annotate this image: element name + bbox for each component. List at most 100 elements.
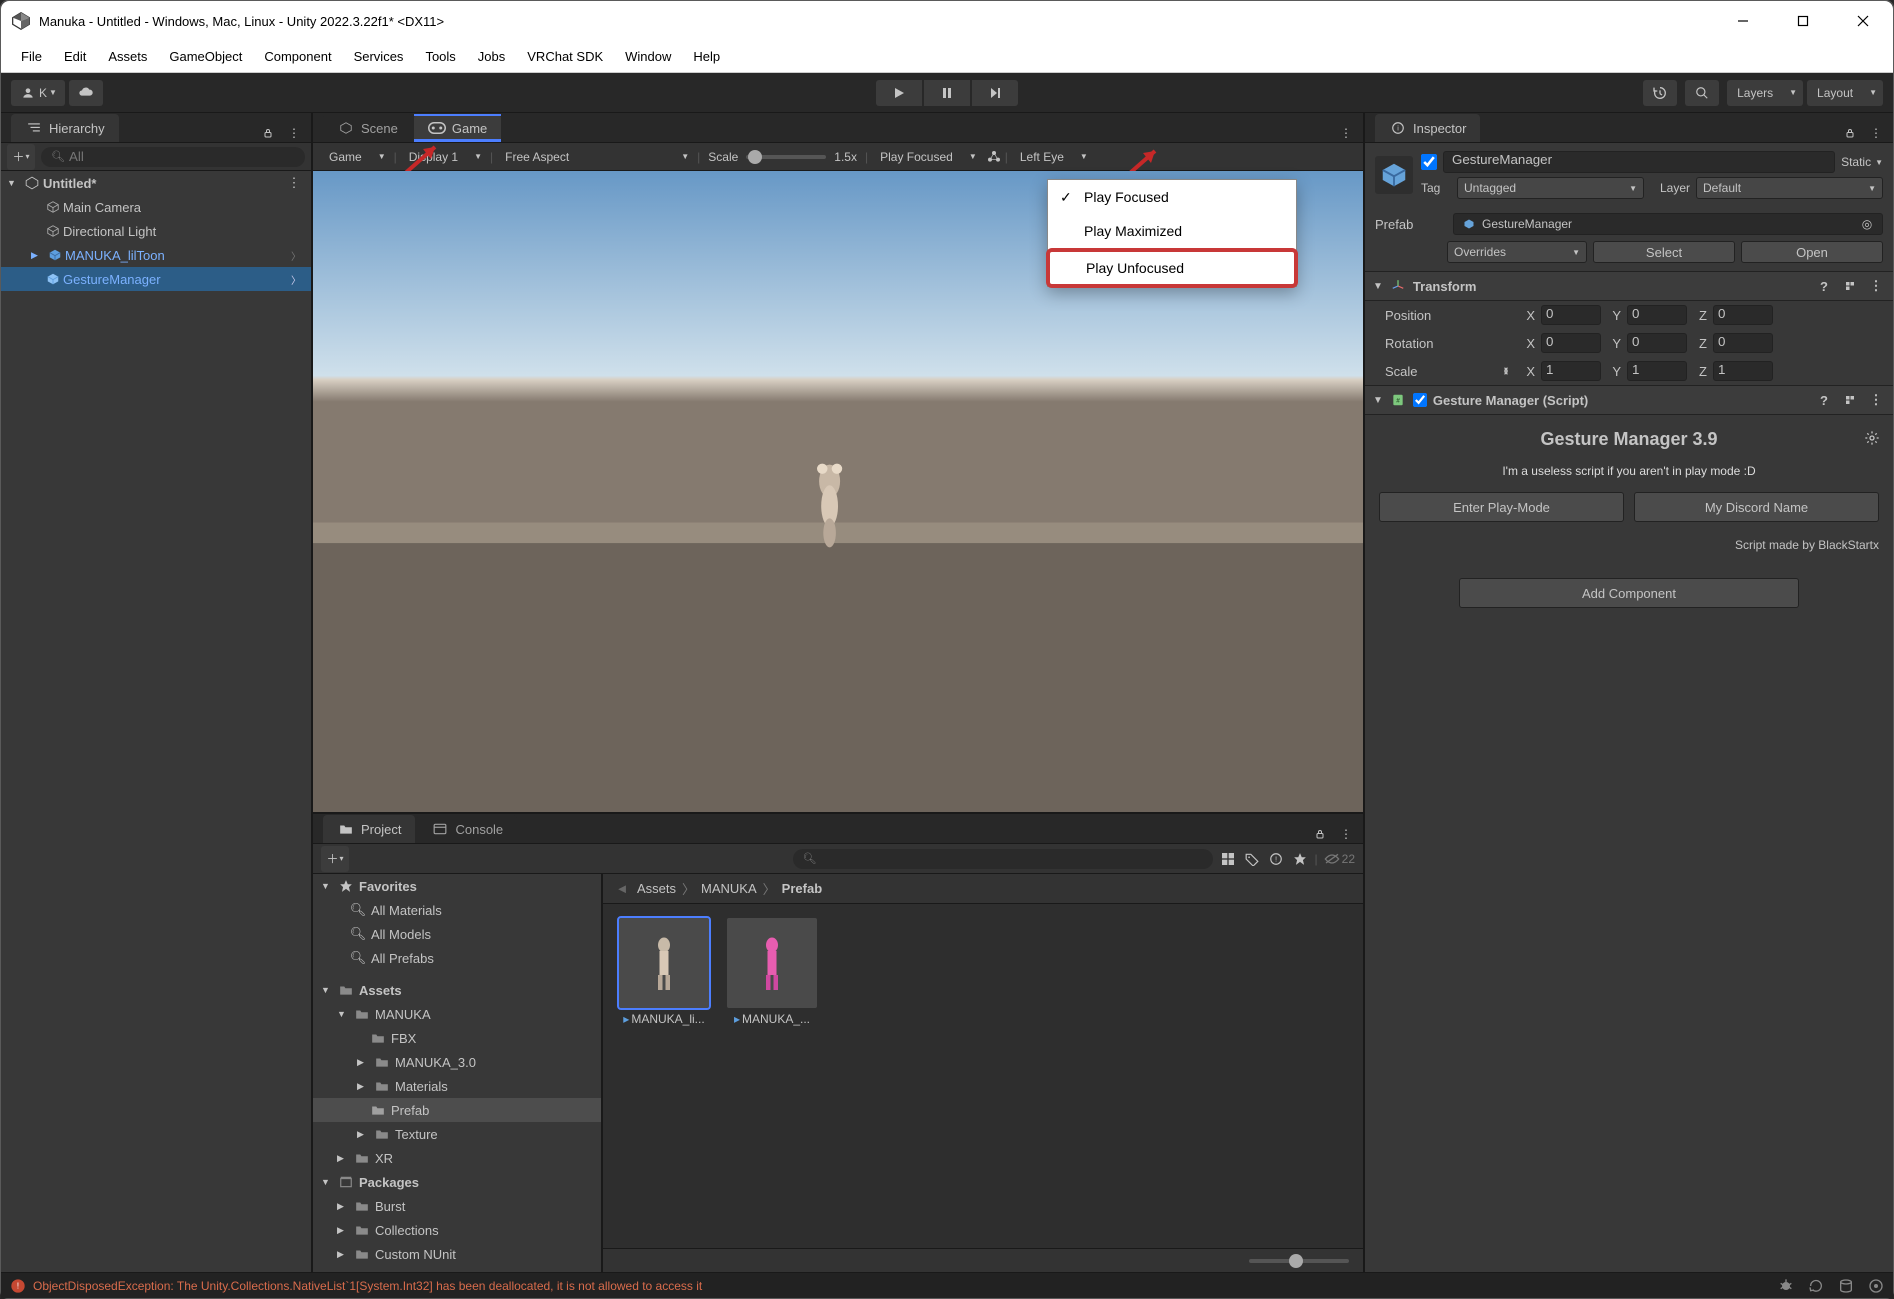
pause-button[interactable] [924,80,970,106]
display-dropdown[interactable]: Display 1▼ [399,146,488,168]
close-button[interactable] [1833,1,1893,41]
layout-dropdown[interactable]: Layout▼ [1807,80,1883,106]
tree-folder[interactable]: ▶XR [313,1146,601,1170]
auto-refresh-icon[interactable] [1807,1277,1825,1295]
cloud-button[interactable] [69,80,103,106]
tree-folder-selected[interactable]: Prefab [313,1098,601,1122]
thumbnail-size-slider[interactable] [1249,1259,1349,1263]
gizmos-icon[interactable] [985,148,1003,166]
minimize-button[interactable] [1713,1,1773,41]
account-dropdown[interactable]: K ▼ [11,80,65,106]
game-tab-context-button[interactable]: ⋮ [1337,124,1355,142]
breadcrumb-item[interactable]: Assets [637,881,676,896]
hierarchy-item[interactable]: Main Camera [1,195,311,219]
tree-assets-root[interactable]: ▼Assets [313,978,601,1002]
context-menu-icon[interactable]: ⋮ [1867,391,1885,409]
tree-folder[interactable]: ▶Custom NUnit [313,1242,601,1266]
search-by-type-button[interactable] [1219,850,1237,868]
prefab-asset-field[interactable]: GestureManager◎ [1453,213,1883,235]
eye-dropdown[interactable]: Left Eye▼ [1010,146,1094,168]
transform-header[interactable]: ▼ Transform ?⋮ [1365,271,1893,301]
inspector-tab[interactable]: iInspector [1375,114,1480,142]
hierarchy-lock-icon[interactable] [259,124,277,142]
game-tab[interactable]: Game [414,114,501,142]
preset-icon[interactable] [1841,391,1859,409]
component-enabled-checkbox[interactable] [1413,393,1427,407]
hierarchy-item[interactable]: Directional Light [1,219,311,243]
step-button[interactable] [972,80,1018,106]
scene-context-icon[interactable]: ⋮ [285,174,303,192]
preset-icon[interactable] [1841,277,1859,295]
tree-fav-item[interactable]: 🔍︎All Materials [313,898,601,922]
menu-services[interactable]: Services [344,45,414,68]
back-icon[interactable]: ◄ [613,880,631,898]
console-tab[interactable]: Console [417,815,517,843]
prefab-select-button[interactable]: Select [1593,241,1735,263]
rot-z-field[interactable] [1713,333,1773,353]
menu-tools[interactable]: Tools [415,45,465,68]
search-by-label-button[interactable] [1243,850,1261,868]
tree-folder[interactable]: ▶Texture [313,1122,601,1146]
menu-jobs[interactable]: Jobs [468,45,515,68]
tag-dropdown[interactable]: Untagged▼ [1457,177,1644,199]
menu-edit[interactable]: Edit [54,45,96,68]
tree-folder[interactable]: ▶Collections [313,1218,601,1242]
help-icon[interactable]: ? [1815,391,1833,409]
layer-dropdown[interactable]: Default▼ [1696,177,1883,199]
cache-server-icon[interactable] [1837,1277,1855,1295]
save-search-button[interactable]: ! [1267,850,1285,868]
pos-x-field[interactable] [1541,305,1601,325]
play-menu-item-highlighted[interactable]: Play Unfocused [1046,248,1298,288]
scene-root-row[interactable]: ▼ Untitled* ⋮ [1,171,311,195]
hierarchy-item-prefab[interactable]: ▶MANUKA_lilToon〉 [1,243,311,267]
menu-assets[interactable]: Assets [98,45,157,68]
menu-file[interactable]: File [11,45,52,68]
scene-tab[interactable]: Scene [323,114,412,142]
pos-z-field[interactable] [1713,305,1773,325]
tree-folder[interactable]: ▶MANUKA_3.0 [313,1050,601,1074]
play-mode-dropdown[interactable]: Play Focused▼ [870,146,983,168]
context-menu-icon[interactable]: ⋮ [1867,277,1885,295]
tree-folder[interactable]: ▼MANUKA [313,1002,601,1026]
game-view-dropdown[interactable]: Game▼ [319,146,392,168]
project-tab[interactable]: Project [323,815,415,843]
project-create-button[interactable]: ＋▾ [321,846,349,872]
hierarchy-tab[interactable]: Hierarchy [11,114,119,142]
discord-button[interactable]: My Discord Name [1634,492,1879,522]
hierarchy-item-selected[interactable]: GestureManager〉 [1,267,311,291]
menu-gameobject[interactable]: GameObject [159,45,252,68]
hierarchy-create-button[interactable]: ＋▾ [7,144,35,170]
scl-x-field[interactable] [1541,361,1601,381]
menu-window[interactable]: Window [615,45,681,68]
inspector-context-button[interactable]: ⋮ [1867,124,1885,142]
global-search-button[interactable] [1685,80,1719,106]
scale-slider[interactable] [746,155,826,159]
menu-help[interactable]: Help [683,45,730,68]
tree-fav-item[interactable]: 🔍︎All Models [313,922,601,946]
asset-item[interactable]: ▸MANUKA_li... [617,918,711,1026]
maximize-button[interactable] [1773,1,1833,41]
tree-folder[interactable]: ▶Materials [313,1074,601,1098]
error-message[interactable]: ObjectDisposedException: The Unity.Colle… [33,1279,702,1293]
gear-icon[interactable] [1863,429,1881,447]
hierarchy-context-button[interactable]: ⋮ [285,124,303,142]
breadcrumb-item[interactable]: MANUKA [701,881,757,896]
menu-component[interactable]: Component [254,45,341,68]
play-button[interactable] [876,80,922,106]
aspect-dropdown[interactable]: Free Aspect▼ [495,146,695,168]
play-menu-item[interactable]: Play Maximized [1048,214,1296,248]
locate-icon[interactable]: ◎ [1858,215,1876,233]
favorite-search-button[interactable] [1291,850,1309,868]
inspector-lock-icon[interactable] [1841,124,1859,142]
tree-favorites[interactable]: ▼Favorites [313,874,601,898]
help-icon[interactable]: ? [1815,277,1833,295]
progress-icon[interactable] [1867,1277,1885,1295]
add-component-button[interactable]: Add Component [1459,578,1799,608]
scale-link-icon[interactable] [1497,362,1515,380]
gameobject-name-field[interactable] [1443,151,1835,173]
hidden-items-count[interactable]: 22 [1324,852,1355,866]
tree-packages-root[interactable]: ▼Packages [313,1170,601,1194]
prefab-open-button[interactable]: Open [1741,241,1883,263]
menu-vrchat-sdk[interactable]: VRChat SDK [517,45,613,68]
tree-folder[interactable]: ▶Burst [313,1194,601,1218]
